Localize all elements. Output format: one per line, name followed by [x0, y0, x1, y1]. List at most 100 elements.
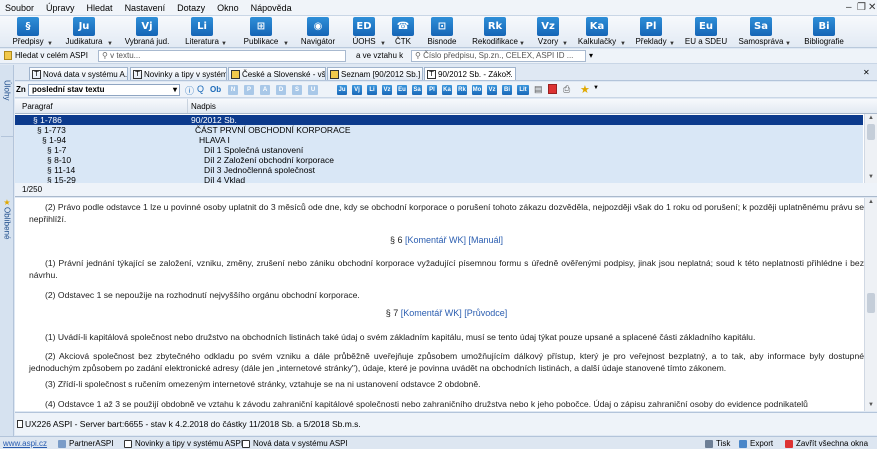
table-row[interactable]: § 1-94 HLAVA I [15, 135, 863, 145]
tab-seznam[interactable]: Seznam [90/2012 Sb.] [327, 67, 423, 80]
menu-soubor[interactable]: Soubor [0, 0, 40, 16]
text-search-input[interactable]: ⚲ v textu... [98, 50, 346, 62]
u-icon[interactable]: U [308, 85, 318, 95]
sa-icon[interactable]: Sa [412, 85, 422, 95]
vybrana-jud-button[interactable]: Vj Vybraná jud. [124, 16, 170, 48]
search-icon[interactable]: Q [197, 84, 204, 94]
a-icon[interactable]: A [260, 85, 270, 95]
vz-icon[interactable]: Vz [382, 85, 392, 95]
tab-novinky[interactable]: T Novinky a tipy v systém... [130, 67, 227, 80]
side-tab-ulohy[interactable]: Úlohy [1, 77, 13, 137]
menu-hledat[interactable]: Hledat [81, 0, 119, 16]
chevron-down-icon[interactable]: ▼ [283, 41, 289, 47]
chevron-down-icon[interactable]: ▼ [620, 41, 626, 47]
chevron-down-icon[interactable]: ▼ [107, 41, 113, 47]
taskbar-item-nova-data[interactable]: Nová data v systému ASPI [242, 437, 348, 449]
chevron-up-icon[interactable]: ▲ [865, 199, 877, 205]
kalkulacky-button[interactable]: Ka Kalkulačky [575, 16, 619, 48]
chevron-down-icon[interactable]: ▾ [589, 51, 593, 61]
chevron-down-icon[interactable]: ▼ [380, 41, 386, 47]
predpisy-button[interactable]: § Předpisy [10, 16, 46, 48]
chevron-down-icon[interactable]: ▼ [593, 85, 599, 91]
ob-icon[interactable]: Ob [210, 85, 221, 94]
chevron-down-icon[interactable]: ▼ [865, 402, 877, 408]
table-row[interactable]: § 1-786 90/2012 Sb. [15, 115, 863, 125]
version-select[interactable]: poslední stav textu ▾ [28, 84, 180, 96]
pruvodce-link[interactable]: [Průvodce] [464, 308, 507, 318]
menu-upravy[interactable]: Úpravy [40, 0, 81, 16]
close-icon[interactable]: ✕ [505, 68, 512, 79]
literatura-button[interactable]: Li Literatura [184, 16, 220, 48]
chevron-down-icon[interactable]: ▼ [519, 41, 525, 47]
vz2-icon[interactable]: Vz [487, 85, 497, 95]
chevron-down-icon[interactable]: ▼ [865, 174, 877, 180]
judikatura-button[interactable]: Ju Judikatura [62, 16, 106, 48]
menu-napoveda[interactable]: Nápověda [245, 0, 298, 16]
scroll-thumb[interactable] [867, 124, 875, 140]
document-scrollbar[interactable]: ▲ ▼ [864, 198, 877, 411]
search-all-label[interactable]: Hledat v celém ASPI [15, 51, 88, 61]
ka-icon[interactable]: Ka [442, 85, 452, 95]
table-row[interactable]: § 1-7 Díl 1 Společná ustanovení [15, 145, 863, 155]
p-icon[interactable]: P [244, 85, 254, 95]
chevron-down-icon[interactable]: ▼ [221, 41, 227, 47]
grid-scrollbar[interactable]: ▲ ▼ [864, 114, 877, 183]
lit-icon[interactable]: Lit [517, 85, 529, 95]
bibliografie-button[interactable]: Bi Bibliografie [802, 16, 846, 48]
close-icon[interactable]: ✕ [868, 2, 876, 13]
mo-icon[interactable]: Mo [472, 85, 482, 95]
tab-ceske-slovenske[interactable]: České a Slovenské - vše... [228, 67, 326, 80]
restore-icon[interactable]: ❐ [857, 2, 866, 13]
rk-icon[interactable]: Rk [457, 85, 467, 95]
chevron-up-icon[interactable]: ▲ [865, 115, 877, 121]
vzory-button[interactable]: Vz Vzory [535, 16, 561, 48]
print-button[interactable]: Tisk [705, 437, 730, 449]
chevron-down-icon[interactable]: ▼ [669, 41, 675, 47]
vj-icon[interactable]: Vj [352, 85, 362, 95]
komentar-wk-link[interactable]: [Komentář WK] [401, 308, 462, 318]
s-icon[interactable]: S [292, 85, 302, 95]
eu-icon[interactable]: Eu [397, 85, 407, 95]
preklady-button[interactable]: Pl Překlady [634, 16, 668, 48]
navigator-button[interactable]: ◉ Navigátor [298, 16, 338, 48]
menu-dotazy[interactable]: Dotazy [171, 0, 211, 16]
table-row[interactable]: § 1-773 ČÁST PRVNÍ OBCHODNÍ KORPORACE [15, 125, 863, 135]
li-icon[interactable]: Li [367, 85, 377, 95]
pdf-icon[interactable] [548, 84, 557, 94]
manual-link[interactable]: [Manuál] [469, 235, 504, 245]
komentar-wk-link[interactable]: [Komentář WK] [405, 235, 466, 245]
ctk-button[interactable]: ☎ ČTK [391, 16, 415, 48]
minimize-icon[interactable]: – [846, 2, 852, 13]
bisnode-button[interactable]: ⊡ Bisnode [425, 16, 459, 48]
n-icon[interactable]: N [228, 85, 238, 95]
chevron-down-icon[interactable]: ▼ [785, 41, 791, 47]
menu-okno[interactable]: Okno [211, 0, 245, 16]
samosprava-button[interactable]: Sa Samospráva [738, 16, 784, 48]
chevron-down-icon[interactable]: ▼ [562, 41, 568, 47]
taskbar-item-novinky[interactable]: Novinky a tipy v systému ASPI [124, 437, 243, 449]
tab-nova-data[interactable]: T Nová data v systému A... [29, 67, 128, 80]
bi-icon[interactable]: Bi [502, 85, 512, 95]
rekodifikace-button[interactable]: Rk Rekodifikace [472, 16, 518, 48]
print-icon[interactable]: ⎙ [563, 84, 570, 95]
document-number-input[interactable]: ⚲ Číslo předpisu, Sp.zn., CELEX, ASPI ID… [411, 50, 586, 62]
column-header-nadpis[interactable]: Nadpis [191, 102, 216, 111]
menu-nastaveni[interactable]: Nastavení [119, 0, 172, 16]
star-icon[interactable]: ★ [580, 83, 590, 96]
taskbar-item-partneraspi[interactable]: PartnerASPI [58, 437, 113, 449]
publikace-button[interactable]: ⊞ Publikace [241, 16, 281, 48]
pl-icon[interactable]: Pl [427, 85, 437, 95]
close-icon[interactable]: ✕ [863, 68, 870, 77]
scroll-thumb[interactable] [867, 293, 875, 313]
ju-icon[interactable]: Ju [337, 85, 347, 95]
close-all-windows-button[interactable]: Zavřít všechna okna [785, 437, 868, 449]
info-icon[interactable]: ⓘ [185, 84, 194, 97]
table-row[interactable]: § 15-29 Díl 4 Vklad [15, 175, 863, 183]
table-row[interactable]: § 11-14 Díl 3 Jednočlenná společnost [15, 165, 863, 175]
chevron-down-icon[interactable]: ▼ [47, 41, 53, 47]
column-header-paragraf[interactable]: Paragraf [22, 102, 53, 111]
aspi-website-link[interactable]: www.aspi.cz [3, 437, 47, 449]
table-row[interactable]: § 8-10 Díl 2 Založení obchodní korporace [15, 155, 863, 165]
eu-sdeu-button[interactable]: Eu EU a SDEU [685, 16, 727, 48]
page-icon[interactable]: ▤ [534, 84, 543, 95]
